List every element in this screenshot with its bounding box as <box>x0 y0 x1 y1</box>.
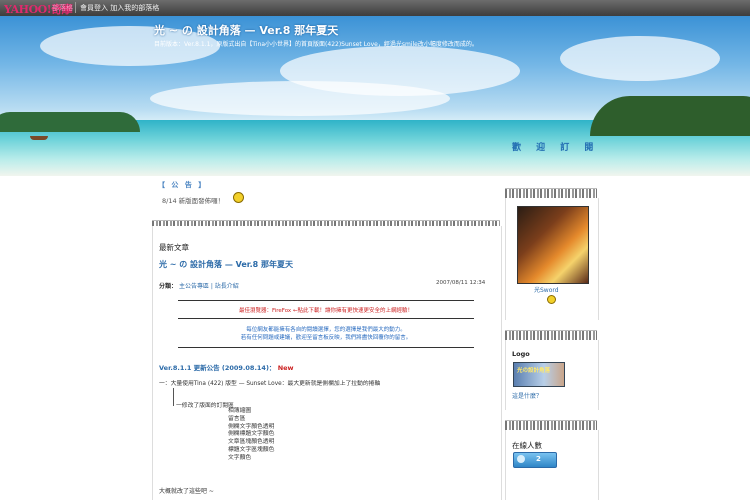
user-icon <box>517 455 525 463</box>
update-heading-text: Ver.8.1.1 更新公告 (2009.08.14)： <box>159 364 276 372</box>
logo-help-link[interactable]: 這是什麼？ <box>512 391 542 400</box>
latest-posts-label: 最新文章 <box>159 243 189 252</box>
online-count-heading: 在線人數 <box>512 441 542 450</box>
online-count-value: 2 <box>536 455 541 463</box>
update-sublist: 相簿縮圖 留言區 側欄文字顏色透明 側欄標題文字顏色 文章區塊顏色透明 標題文字… <box>228 408 274 463</box>
new-badge: New <box>277 364 294 372</box>
topbar-divider <box>75 2 76 13</box>
category-label: 分類： <box>159 283 178 290</box>
smiley-icon <box>233 192 244 203</box>
notice-text: 8/14 新版面發佈囉！ <box>162 197 225 205</box>
list-item: 留言區 <box>228 415 246 422</box>
boat-shape <box>30 136 48 140</box>
update-line: 一：大量使用Tina (422) 版型 — Sunset Love：最大更新就是… <box>159 381 381 387</box>
list-item: 文字顏色 <box>228 454 252 461</box>
list-item: 相簿縮圖 <box>228 408 252 414</box>
online-count-widget: 2 <box>513 452 557 468</box>
right-island <box>590 96 750 136</box>
logo-image-text: 光の設計角落 <box>517 368 551 374</box>
subscribe-heading: 歡 迎 訂 閱 <box>512 143 600 153</box>
divider <box>178 347 474 348</box>
post-closing-text: 大概就改了這些吧 ~ <box>159 488 214 495</box>
cloud-shape <box>560 36 720 81</box>
update-heading: Ver.8.1.1 更新公告 (2009.08.14)： New <box>159 362 294 372</box>
browser-notice[interactable]: 最佳瀏覽器：FireFox ←點此下載！讓你擁有更快速更安全的上網經驗！ <box>178 306 474 314</box>
blog-logo-image[interactable]: 光の設計角落 <box>513 362 565 387</box>
blog-title[interactable]: 光 ~ の 設計角落 — Ver.8 那年夏天 <box>154 22 338 38</box>
profile-avatar[interactable] <box>517 206 589 284</box>
notice-title: 【 公 告 】 <box>158 181 208 189</box>
list-item: 標題文字區塊顏色 <box>228 446 275 453</box>
smiley-icon <box>547 295 556 304</box>
post-meta: 分類： 主公告專區 | 站長介紹 <box>159 281 239 290</box>
blog-label: 部落格 <box>52 4 73 12</box>
post-date: 2007/08/11 12:34 <box>436 280 486 286</box>
member-login-link[interactable]: 會員登入 加入我的部落格 <box>80 3 159 13</box>
top-navigation-bar: YAHOO!奇摩 部落格 會員登入 加入我的部落格 <box>0 0 750 16</box>
cloud-shape <box>150 81 450 116</box>
info-notice-2: 若有任何問題或建議，歡迎至留言板反映，我們將盡快回覆你的留言。 <box>240 335 412 341</box>
profile-name[interactable]: 光Sword <box>534 285 559 294</box>
tree-connector <box>173 388 174 406</box>
update-indent: 一修改了版面的訂閱區 <box>176 403 234 409</box>
info-notice-1: 每位網友都能擁有各自的閱讀選擇，您的選擇是我們最大的動力。 <box>246 327 406 333</box>
blog-subtitle: 目前版本：Ver.8.1.1，原版式出自【Tina小小世界】的首頁版面(422)… <box>154 41 478 48</box>
yahoo-blog-logo[interactable]: YAHOO!奇摩 部落格 <box>4 1 74 16</box>
list-item: 文章區塊顏色透明 <box>228 439 275 446</box>
divider <box>178 318 474 319</box>
divider <box>178 300 474 301</box>
category-links[interactable]: 主公告專區 | 站長介紹 <box>179 283 239 290</box>
logo-heading: Logo <box>512 350 530 358</box>
post-title[interactable]: 光 ~ の 設計角落 — Ver.8 那年夏天 <box>159 259 293 270</box>
left-island <box>0 112 140 132</box>
